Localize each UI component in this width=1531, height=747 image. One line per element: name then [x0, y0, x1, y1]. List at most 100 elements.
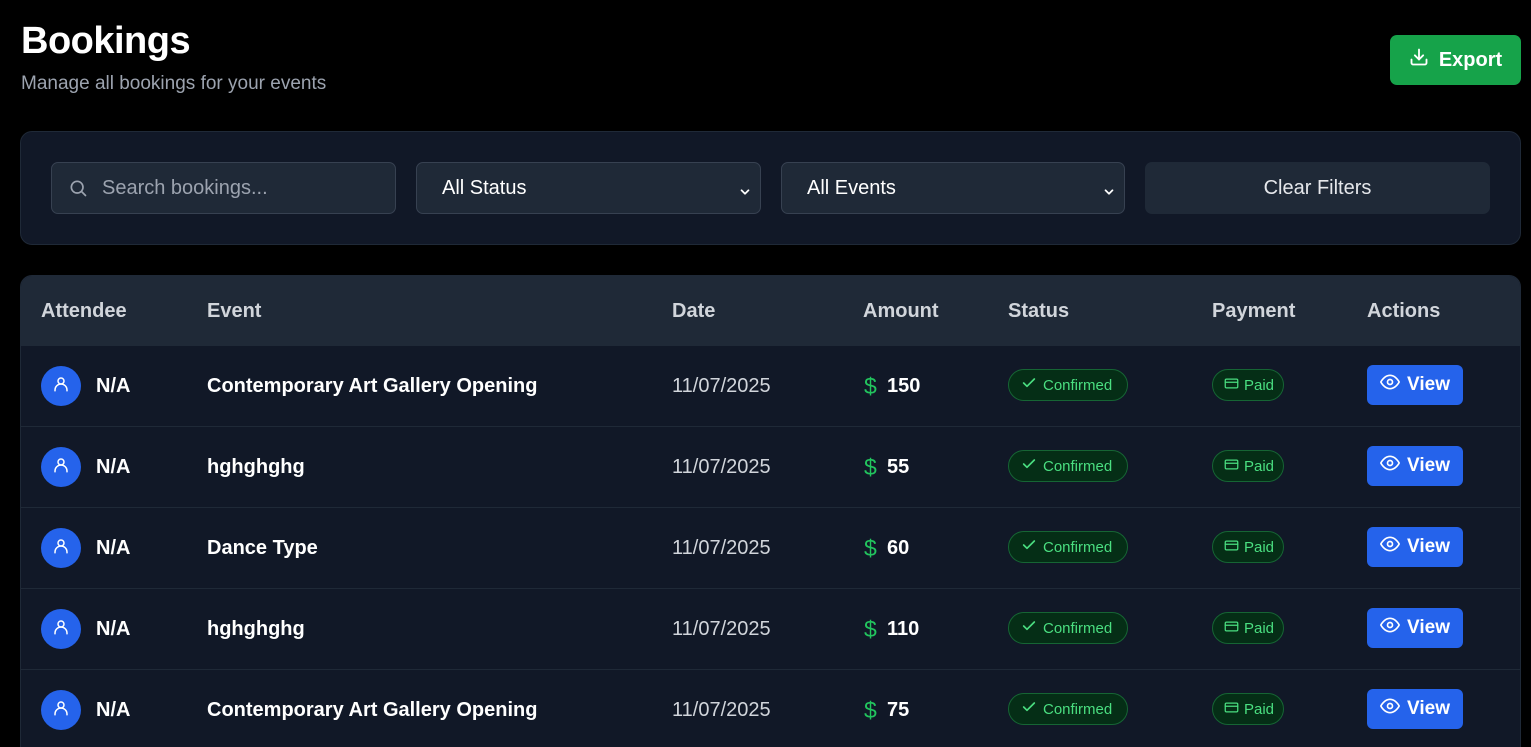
- payment-badge: Paid: [1212, 531, 1284, 563]
- view-button[interactable]: View: [1367, 527, 1463, 567]
- status-label: Confirmed: [1043, 619, 1113, 637]
- attendee-name: N/A: [96, 456, 131, 478]
- check-icon: [1021, 618, 1037, 638]
- eye-icon: [1380, 615, 1401, 641]
- status-filter-select[interactable]: All Status: [416, 162, 761, 214]
- payment-badge: Paid: [1212, 693, 1284, 725]
- chevron-down-icon: [738, 182, 752, 196]
- payment-label: Paid: [1244, 700, 1275, 718]
- dollar-icon: $: [864, 697, 877, 723]
- eye-icon: [1380, 534, 1401, 560]
- table-row: N/A Dance Type 11/07/2025 $ 60 Confirmed…: [21, 508, 1520, 589]
- eye-icon: [1380, 372, 1401, 398]
- status-label: Confirmed: [1043, 457, 1113, 475]
- payment-label: Paid: [1244, 457, 1275, 475]
- booking-date: 11/07/2025: [672, 375, 771, 397]
- event-name: hghghghg: [207, 456, 305, 478]
- status-badge: Confirmed: [1008, 450, 1128, 482]
- column-header-date: Date: [672, 300, 716, 322]
- check-icon: [1021, 537, 1037, 557]
- view-button[interactable]: View: [1367, 365, 1463, 405]
- attendee-name: N/A: [96, 618, 131, 640]
- booking-amount: 55: [887, 456, 910, 478]
- view-label: View: [1407, 698, 1450, 719]
- clear-filters-button[interactable]: Clear Filters: [1145, 162, 1490, 214]
- eye-icon: [1380, 696, 1401, 722]
- view-button[interactable]: View: [1367, 608, 1463, 648]
- booking-date: 11/07/2025: [672, 618, 771, 640]
- booking-date: 11/07/2025: [672, 456, 771, 478]
- search-icon: [68, 178, 88, 198]
- view-label: View: [1407, 455, 1450, 476]
- table-header: Attendee Event Date Amount Status Paymen…: [21, 276, 1520, 346]
- booking-date: 11/07/2025: [672, 537, 771, 559]
- user-icon: [52, 537, 70, 560]
- table-row: N/A Contemporary Art Gallery Opening 11/…: [21, 346, 1520, 427]
- check-icon: [1021, 456, 1037, 476]
- user-icon: [52, 618, 70, 641]
- attendee-name: N/A: [96, 537, 131, 559]
- view-label: View: [1407, 374, 1450, 395]
- table-row: N/A hghghghg 11/07/2025 $ 55 Confirmed P…: [21, 427, 1520, 508]
- status-filter-value: All Status: [442, 176, 527, 199]
- credit-card-icon: [1224, 619, 1239, 638]
- status-label: Confirmed: [1043, 538, 1113, 556]
- search-box[interactable]: [51, 162, 396, 214]
- view-button[interactable]: View: [1367, 689, 1463, 729]
- column-header-amount: Amount: [863, 300, 939, 322]
- status-badge: Confirmed: [1008, 369, 1128, 401]
- user-icon: [52, 375, 70, 398]
- events-filter-select[interactable]: All Events: [781, 162, 1125, 214]
- status-badge: Confirmed: [1008, 693, 1128, 725]
- payment-badge: Paid: [1212, 450, 1284, 482]
- status-label: Confirmed: [1043, 700, 1113, 718]
- bookings-table: Attendee Event Date Amount Status Paymen…: [20, 275, 1521, 747]
- event-name: Dance Type: [207, 537, 318, 559]
- user-icon: [52, 456, 70, 479]
- export-button[interactable]: Export: [1390, 35, 1521, 85]
- dollar-icon: $: [864, 373, 877, 399]
- dollar-icon: $: [864, 454, 877, 480]
- avatar: [41, 609, 81, 649]
- table-row: N/A hghghghg 11/07/2025 $ 110 Confirmed …: [21, 589, 1520, 670]
- page-subtitle: Manage all bookings for your events: [21, 73, 327, 94]
- payment-label: Paid: [1244, 538, 1275, 556]
- export-label: Export: [1438, 48, 1503, 71]
- payment-badge: Paid: [1212, 612, 1284, 644]
- status-badge: Confirmed: [1008, 531, 1128, 563]
- status-label: Confirmed: [1043, 376, 1113, 394]
- avatar: [41, 447, 81, 487]
- column-header-event: Event: [207, 300, 262, 322]
- dollar-icon: $: [864, 616, 877, 642]
- column-header-status: Status: [1008, 300, 1070, 322]
- event-name: Contemporary Art Gallery Opening: [207, 699, 538, 721]
- status-badge: Confirmed: [1008, 612, 1128, 644]
- booking-amount: 110: [887, 618, 920, 640]
- check-icon: [1021, 699, 1037, 719]
- booking-amount: 75: [887, 699, 910, 721]
- events-filter-value: All Events: [807, 176, 896, 199]
- download-icon: [1409, 47, 1429, 73]
- event-name: hghghghg: [207, 618, 305, 640]
- avatar: [41, 528, 81, 568]
- booking-amount: 60: [887, 537, 910, 559]
- attendee-name: N/A: [96, 699, 131, 721]
- column-header-attendee: Attendee: [41, 300, 127, 322]
- credit-card-icon: [1224, 700, 1239, 719]
- avatar: [41, 690, 81, 730]
- user-icon: [52, 699, 70, 722]
- chevron-down-icon: [1102, 182, 1116, 196]
- payment-badge: Paid: [1212, 369, 1284, 401]
- event-name: Contemporary Art Gallery Opening: [207, 375, 538, 397]
- booking-date: 11/07/2025: [672, 699, 771, 721]
- filter-panel: All Status All Events Clear Filters: [20, 131, 1521, 245]
- search-input[interactable]: [102, 163, 392, 213]
- page-title: Bookings: [21, 20, 191, 62]
- view-button[interactable]: View: [1367, 446, 1463, 486]
- avatar: [41, 366, 81, 406]
- credit-card-icon: [1224, 457, 1239, 476]
- credit-card-icon: [1224, 538, 1239, 557]
- column-header-actions: Actions: [1367, 300, 1441, 322]
- attendee-name: N/A: [96, 375, 131, 397]
- table-row: N/A Contemporary Art Gallery Opening 11/…: [21, 670, 1520, 747]
